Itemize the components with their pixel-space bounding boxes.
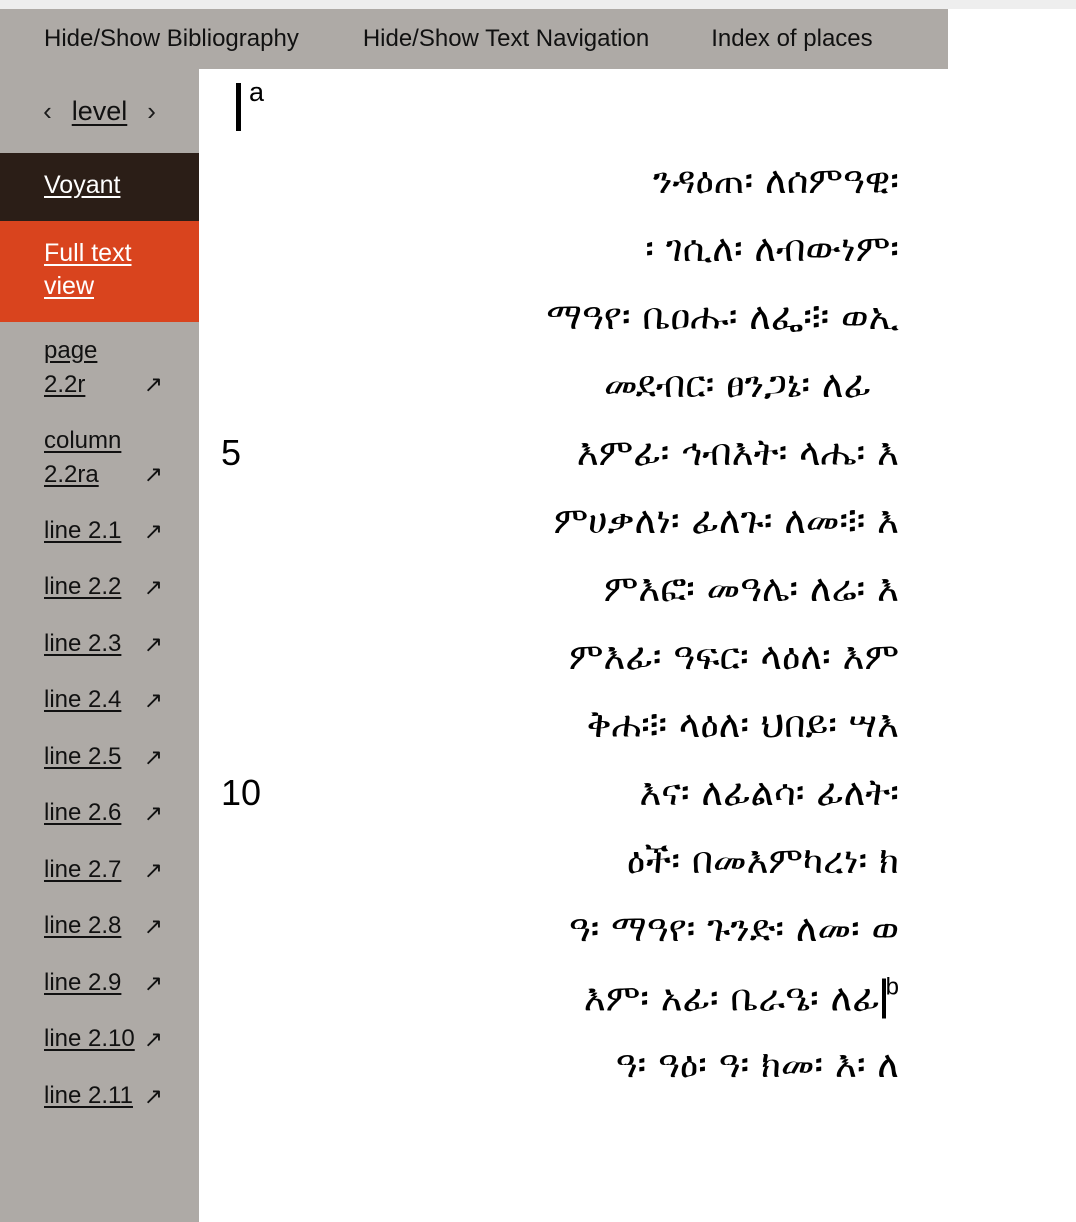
list-item-label: line 2.4 [44,686,122,714]
transcription-lines: ንዳዕጠ፡ ለሰምዓዊ፡ ፡ ገሲለ፡ ለብውነም፡ ማዓየ፡ ቤዐሑ፡ ለፌ፨… [199,141,1076,1099]
menu-item-hide-show-bibliography[interactable]: Hide/Show Bibliography [44,27,299,51]
text-line: ምሀቃለነ፡ ፊለጉ፡ ለመ፨ እ [199,487,1076,555]
list-item-label: line 2.1 [44,516,122,544]
list-item-label: line 2.8 [44,912,122,940]
list-item-column-2-2ra[interactable]: column 2.2ra ↗ [0,424,199,492]
external-link-arrow-icon[interactable]: ↗ [144,514,163,549]
text-line-with-column-break: እም፡ አፊ፡ ቤራዔ፡ ለፊ b [199,963,1076,1031]
list-item-label: line 2.7 [44,855,122,883]
full-text-view-app: Hide/Show Bibliography Hide/Show Text Na… [0,0,1076,1222]
text-line: ዕች፡ በመእምካረነ፡ ክ [199,827,1076,895]
list-item-line-2-6[interactable]: line 2.6 ↗ [0,796,199,831]
level-navigator: ‹ level › [0,69,199,153]
external-link-arrow-icon[interactable]: ↗ [144,1079,163,1114]
column-break-bar-icon [236,83,241,131]
line-content: ፡ ገሲለ፡ ለብውነም፡ [645,227,899,270]
text-line: ፡ ገሲለ፡ ለብውነም፡ [199,215,1076,283]
external-link-arrow-icon[interactable]: ↗ [144,683,163,718]
line-content: እም፡ አፊ፡ ቤራዔ፡ ለፊ b [199,974,899,1021]
list-item-line-2-11[interactable]: line 2.11 ↗ [0,1079,199,1114]
line-content: እምፊ፡ ኅብእት፡ ላሔ፡ እ [576,431,899,474]
list-item-line-2-7[interactable]: line 2.7 ↗ [0,853,199,888]
column-side-label: b [885,973,899,1001]
list-item-label: line 2.10 [44,1025,135,1053]
external-link-arrow-icon[interactable]: ↗ [144,570,163,605]
menu-item-index-of-places[interactable]: Index of places [711,27,872,51]
folio-start-marker: a [199,69,1076,141]
menu-item-hide-show-text-navigation[interactable]: Hide/Show Text Navigation [363,27,649,51]
sidebar-item-voyant-label: Voyant [44,171,121,199]
list-item-line-2-9[interactable]: line 2.9 ↗ [0,966,199,1001]
line-content: እና፡ ለፊልሳ፡ ፊለት፡ [639,771,899,814]
external-link-arrow-icon[interactable]: ↗ [144,367,163,402]
list-item-line-2-3[interactable]: line 2.3 ↗ [0,627,199,662]
line-content: ምእፎ፡ መዓሌ፡ ለሬ፡ እ [603,567,899,610]
list-item-label: line 2.3 [44,629,122,657]
line-content-text: እም፡ አፊ፡ ቤራዔ፡ ለፊ [583,976,880,1020]
list-item-line-2-5[interactable]: line 2.5 ↗ [0,740,199,775]
text-line: መደብር፡ ፀንጋኔ፡ ለፊ [199,351,1076,419]
list-item-label: line 2.2 [44,573,122,601]
line-content: ምእፊ፡ ዓፍር፡ ላዕለ፡ እም [568,635,899,678]
external-link-arrow-icon[interactable]: ↗ [144,909,163,944]
line-content: ንዳዕጠ፡ ለሰምዓዊ፡ [652,159,899,202]
line-content: መደብር፡ ፀንጋኔ፡ ለፊ [604,363,871,406]
text-line: ምእፊ፡ ዓፍር፡ ላዕለ፡ እም [199,623,1076,691]
chevron-right-icon[interactable]: › [147,98,156,124]
list-item-label: line 2.6 [44,799,122,827]
external-link-arrow-icon[interactable]: ↗ [144,853,163,888]
list-item-page-2-2r[interactable]: page 2.2r ↗ [0,334,199,402]
list-item-line-2-8[interactable]: line 2.8 ↗ [0,909,199,944]
location-list: page 2.2r ↗ column 2.2ra ↗ line 2.1 ↗ li… [0,322,199,1114]
list-item-label: line 2.9 [44,968,122,996]
external-link-arrow-icon[interactable]: ↗ [144,740,163,775]
line-content: ቅሐ፨ ላዕለ፡ ህበይ፡ ሣእ [586,703,899,746]
line-content: ምሀቃለነ፡ ፊለጉ፡ ለመ፨ እ [553,499,899,542]
list-item-line-2-2[interactable]: line 2.2 ↗ [0,570,199,605]
external-link-arrow-icon[interactable]: ↗ [144,966,163,1001]
external-link-arrow-icon[interactable]: ↗ [144,627,163,662]
line-content: ማዓየ፡ ቤዐሑ፡ ለፌ፨ ወኢ [546,295,899,338]
line-content: ዓ፡ ዓዕ፡ ዓ፡ ክመ፡ እ፡ ለ [615,1043,899,1086]
transcription-panel: a ንዳዕጠ፡ ለሰምዓዊ፡ ፡ ገሲለ፡ ለብውነም፡ ማዓየ፡ ቤዐሑ፡ ለ… [199,69,1076,1222]
list-item-line-2-1[interactable]: line 2.1 ↗ [0,514,199,549]
list-item-line-2-4[interactable]: line 2.4 ↗ [0,683,199,718]
top-menu-bar: Hide/Show Bibliography Hide/Show Text Na… [0,9,948,69]
list-item-label: page 2.2r [44,336,98,398]
line-content: ዕች፡ በመእምካረነ፡ ክ [626,839,899,882]
text-line: 10 እና፡ ለፊልሳ፡ ፊለት፡ [199,759,1076,827]
text-line: 5 እምፊ፡ ኅብእት፡ ላሔ፡ እ [199,419,1076,487]
text-line: ማዓየ፡ ቤዐሑ፡ ለፌ፨ ወኢ [199,283,1076,351]
line-content: ዓ፡ ማዓየ፡ ጉንድ፡ ለመ፡ ወ [568,907,899,950]
level-label[interactable]: level [72,96,128,127]
list-item-label: column 2.2ra [44,426,122,488]
external-link-arrow-icon[interactable]: ↗ [144,1022,163,1057]
sidebar-item-voyant[interactable]: Voyant [0,153,199,221]
list-item-label: line 2.11 [44,1081,133,1109]
text-line: ዓ፡ ማዓየ፡ ጉንድ፡ ለመ፡ ወ [199,895,1076,963]
external-link-arrow-icon[interactable]: ↗ [144,457,163,492]
text-line: ቅሐ፨ ላዕለ፡ ህበይ፡ ሣእ [199,691,1076,759]
text-line: ምእፎ፡ መዓሌ፡ ለሬ፡ እ [199,555,1076,623]
external-link-arrow-icon[interactable]: ↗ [144,796,163,831]
top-strip [0,0,1076,9]
sidebar-item-full-text-view[interactable]: Full text view [0,220,199,322]
list-item-line-2-10[interactable]: line 2.10 ↗ [0,1022,199,1057]
list-item-label: line 2.5 [44,742,122,770]
text-line: ዓ፡ ዓዕ፡ ዓ፡ ክመ፡ እ፡ ለ [199,1031,1076,1099]
text-line: ንዳዕጠ፡ ለሰምዓዊ፡ [199,147,1076,215]
text-navigation-sidebar: ‹ level › Voyant Full text view page 2.2… [0,69,199,1222]
sidebar-item-full-text-view-label: Full text view [44,238,132,301]
chevron-left-icon[interactable]: ‹ [43,98,52,124]
folio-side-label: a [249,77,265,107]
